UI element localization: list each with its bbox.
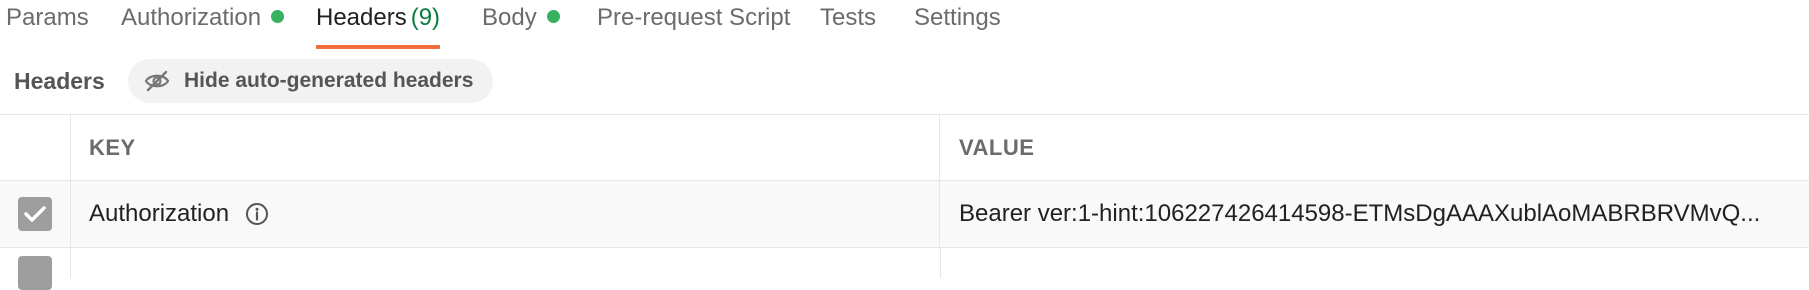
- row-checkbox-cell: [0, 181, 71, 247]
- headers-section-title: Headers: [14, 68, 105, 94]
- eye-off-icon: [144, 70, 170, 92]
- hide-auto-generated-headers-button[interactable]: Hide auto-generated headers: [128, 59, 494, 103]
- headers-table: KEY VALUE Authorization Bearer ver:1-hin…: [0, 114, 1809, 290]
- value-column-header: VALUE: [941, 115, 1809, 180]
- key-column-label: KEY: [89, 134, 136, 160]
- tab-body-label: Body: [482, 4, 537, 31]
- value-column-label: VALUE: [959, 134, 1035, 160]
- key-column-header: KEY: [71, 115, 940, 180]
- checkbox-column-header: [0, 115, 71, 180]
- headers-toolbar: Headers Hide auto-generated headers: [0, 48, 1809, 114]
- table-header-row: KEY VALUE: [0, 114, 1809, 180]
- tab-body[interactable]: Body: [482, 0, 560, 48]
- header-key: Authorization: [89, 200, 230, 227]
- hide-button-label: Hide auto-generated headers: [184, 69, 474, 92]
- tab-headers[interactable]: Headers (9): [316, 0, 441, 49]
- headers-count-badge: (9): [410, 4, 441, 31]
- request-tabs: Params Authorization Headers (9) Body Pre…: [0, 0, 1809, 49]
- column-divider: [940, 248, 941, 278]
- header-value: Bearer ver:1-hint:106227426414598-ETMsDg…: [959, 200, 1761, 227]
- table-row: Authorization Bearer ver:1-hint:10622742…: [0, 180, 1809, 247]
- info-icon[interactable]: [245, 202, 269, 226]
- tab-tests-label: Tests: [820, 4, 877, 31]
- tab-tests[interactable]: Tests: [820, 0, 876, 48]
- value-cell[interactable]: Bearer ver:1-hint:106227426414598-ETMsDg…: [941, 181, 1809, 247]
- row-enabled-checkbox[interactable]: [18, 256, 52, 290]
- key-cell[interactable]: Authorization: [71, 181, 940, 247]
- tab-authorization-label: Authorization: [121, 4, 262, 31]
- tab-headers-label: Headers: [316, 4, 407, 31]
- modified-dot-icon: [271, 10, 285, 23]
- column-divider: [70, 248, 71, 278]
- tab-pre-request-label: Pre-request Script: [597, 4, 791, 31]
- table-row: [0, 247, 1809, 290]
- modified-dot-icon: [546, 10, 560, 23]
- tab-params[interactable]: Params: [6, 0, 89, 48]
- tab-pre-request-script[interactable]: Pre-request Script: [597, 0, 790, 48]
- tab-settings[interactable]: Settings: [914, 0, 1001, 48]
- checkmark-icon: [24, 206, 46, 222]
- row-enabled-checkbox[interactable]: [18, 197, 52, 231]
- tab-settings-label: Settings: [914, 4, 1001, 31]
- tab-authorization[interactable]: Authorization: [121, 0, 285, 48]
- tab-params-label: Params: [6, 4, 89, 31]
